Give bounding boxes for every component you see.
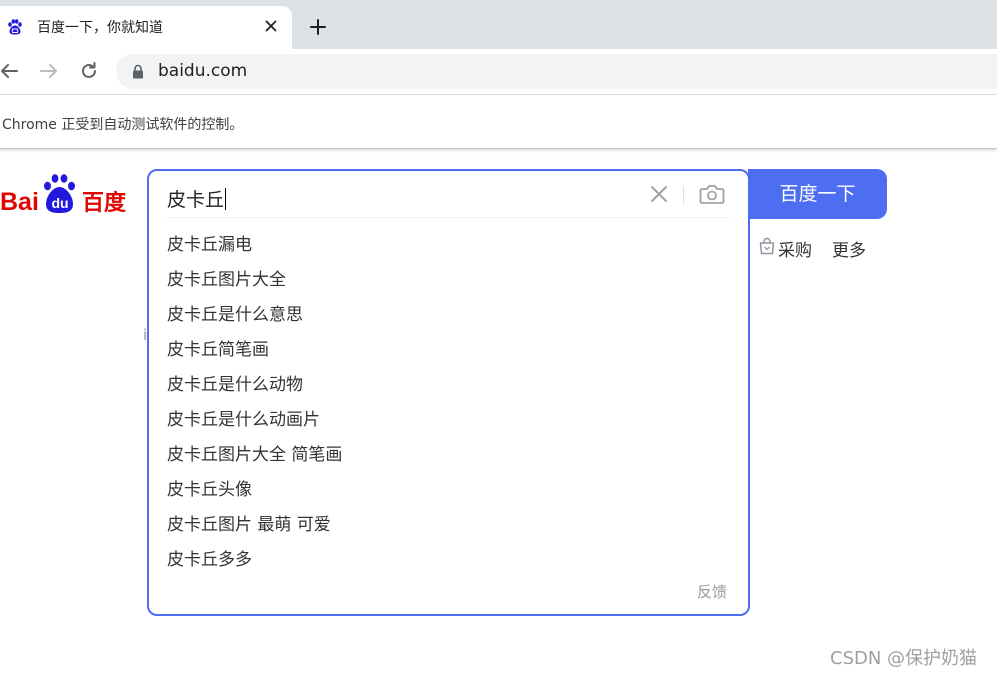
infobar-text: Chrome 正受到自动测试软件的控制。 [2, 117, 244, 133]
logo-text-baidu: 百度 [82, 190, 127, 216]
close-icon[interactable] [263, 18, 279, 34]
more-link[interactable]: 更多 [832, 236, 866, 261]
suggestion-item[interactable]: 皮卡丘图片大全 简笔画 [167, 443, 342, 478]
tab-strip: 百度一下，你就知道 [0, 0, 997, 49]
shopping-bag-icon[interactable] [758, 237, 776, 255]
clear-icon[interactable] [649, 184, 669, 204]
suggestion-item[interactable]: 皮卡丘图片 最萌 可爱 [167, 513, 342, 548]
suggestion-item[interactable]: 皮卡丘是什么意思 [167, 303, 342, 338]
search-input[interactable]: 皮卡丘 [167, 185, 227, 212]
baidu-logo[interactable]: Bai du 百度 [0, 172, 130, 216]
address-bar[interactable]: baidu.com [116, 54, 997, 89]
feedback-link[interactable]: 反馈 [697, 581, 727, 602]
lock-icon[interactable] [132, 64, 144, 79]
csdn-watermark: CSDN @保护奶猫 [830, 648, 978, 669]
suggestion-item[interactable]: 皮卡丘是什么动画片 [167, 408, 342, 443]
url-text: baidu.com [158, 61, 248, 81]
suggestion-item[interactable]: 皮卡丘图片大全 [167, 268, 342, 303]
logo-text-bai: Bai [0, 188, 39, 216]
purchase-link[interactable]: 采购 [778, 236, 812, 261]
reload-icon[interactable] [79, 61, 99, 81]
suggestion-item[interactable]: 皮卡丘简笔画 [167, 338, 342, 373]
browser-tab[interactable]: 百度一下，你就知道 [0, 6, 292, 49]
divider [683, 186, 684, 204]
search-box: 皮卡丘 皮卡丘漏电 皮卡丘图片大全 皮卡丘是什么意思 皮卡丘简笔画 皮卡丘是什么动物 皮卡… [147, 169, 750, 616]
baidu-paw-icon [8, 19, 22, 35]
divider [165, 217, 731, 218]
automation-infobar: Chrome 正受到自动测试软件的控制。 [0, 94, 997, 149]
browser-toolbar: baidu.com [0, 49, 997, 94]
logo-text-du: du [52, 195, 69, 211]
back-arrow-icon[interactable] [0, 61, 20, 81]
suggestion-list: 皮卡丘漏电 皮卡丘图片大全 皮卡丘是什么意思 皮卡丘简笔画 皮卡丘是什么动物 皮卡丘是什么… [167, 233, 342, 583]
tab-title: 百度一下，你就知道 [37, 20, 163, 36]
camera-icon[interactable] [699, 183, 725, 205]
forward-arrow-icon[interactable] [38, 61, 58, 81]
suggestion-item[interactable]: 皮卡丘头像 [167, 478, 342, 513]
suggestion-item[interactable]: 皮卡丘多多 [167, 548, 342, 583]
text-caret [225, 187, 227, 210]
new-tab-plus-icon[interactable] [309, 18, 327, 36]
query-text: 皮卡丘 [167, 189, 225, 211]
suggestion-item[interactable]: 皮卡丘漏电 [167, 233, 342, 268]
suggestion-item[interactable]: 皮卡丘是什么动物 [167, 373, 342, 408]
search-button[interactable]: 百度一下 [748, 169, 887, 219]
